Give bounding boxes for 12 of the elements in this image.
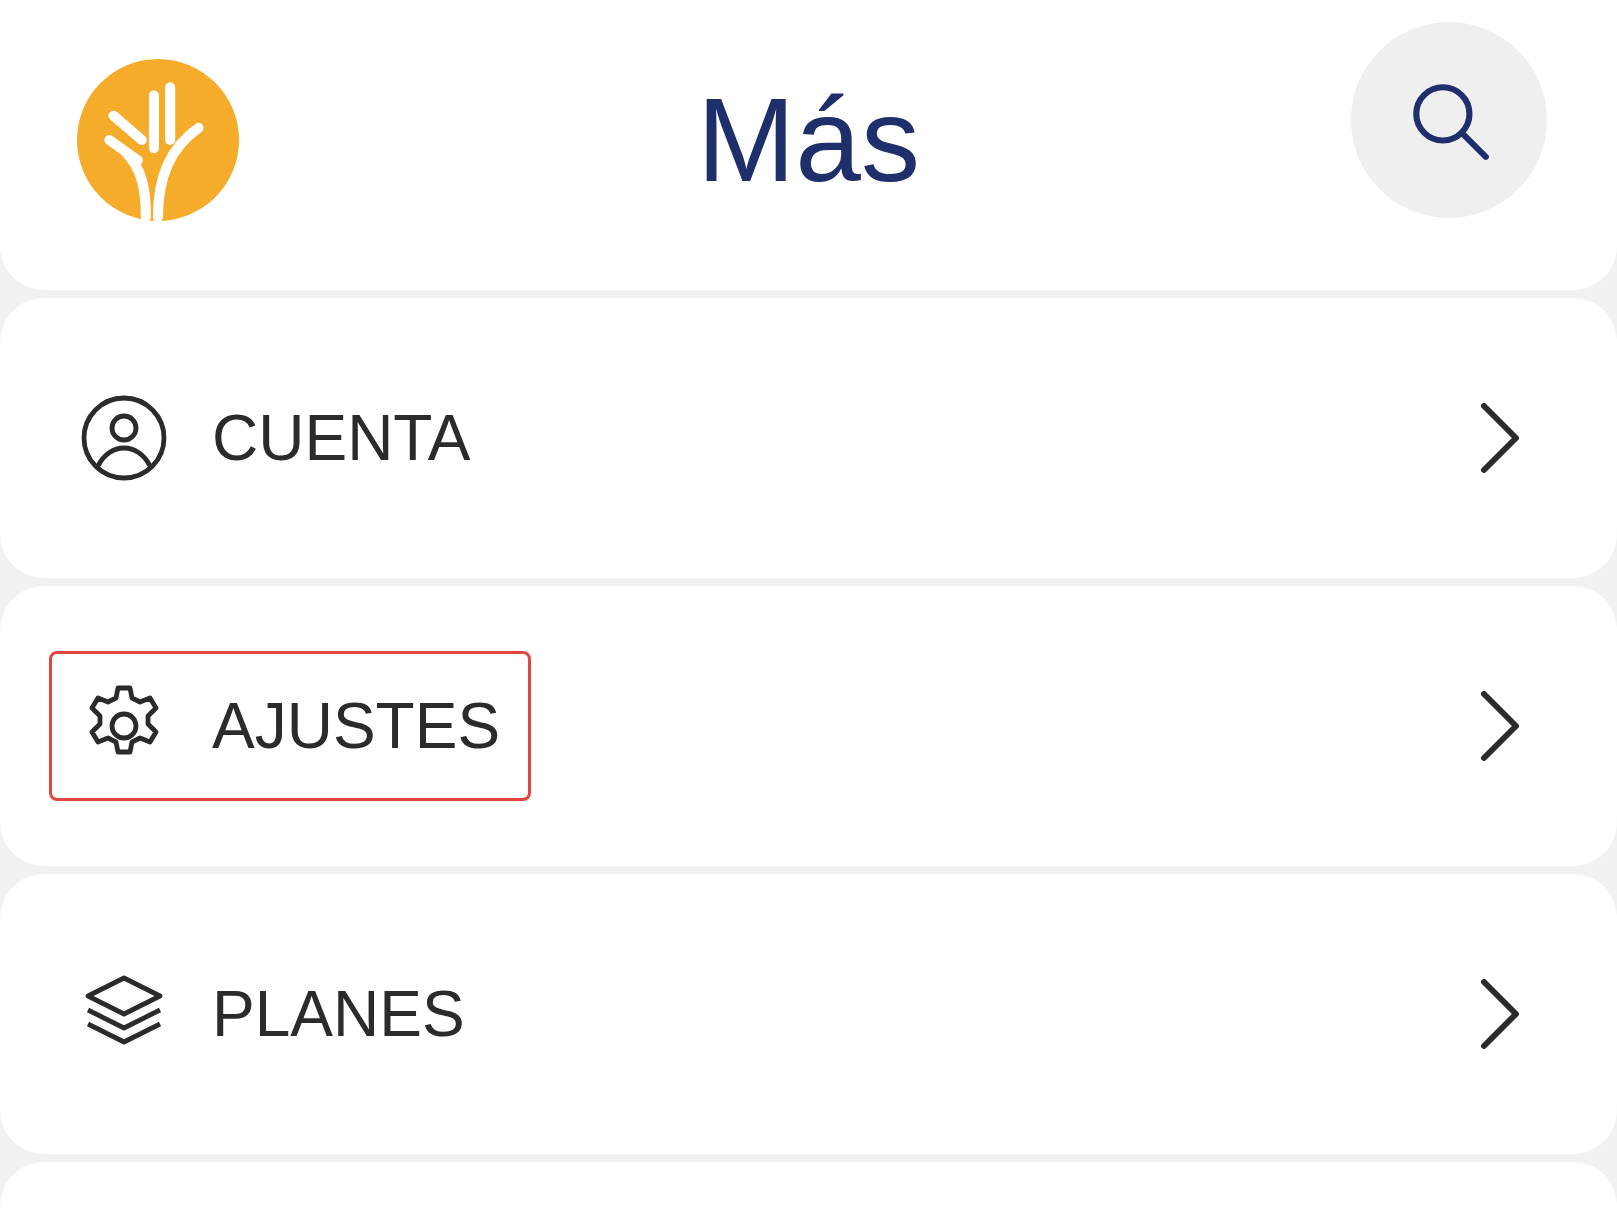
menu-item[interactable]: PLANES [0, 874, 1617, 1154]
wheat-logo-icon [77, 59, 239, 221]
chevron-right-icon [1478, 400, 1522, 476]
menu-label: CUENTA [212, 401, 471, 475]
user-circle-icon [80, 394, 168, 482]
chevron-right-icon [1478, 976, 1522, 1052]
menu-item[interactable]: CUENTA [0, 298, 1617, 578]
menu-label: AJUSTES [212, 689, 501, 763]
page-title: Más [697, 73, 920, 208]
chevron-right-icon [1478, 688, 1522, 764]
menu-label: PLANES [212, 977, 465, 1051]
menu-item[interactable]: AJUSTES [0, 586, 1617, 866]
